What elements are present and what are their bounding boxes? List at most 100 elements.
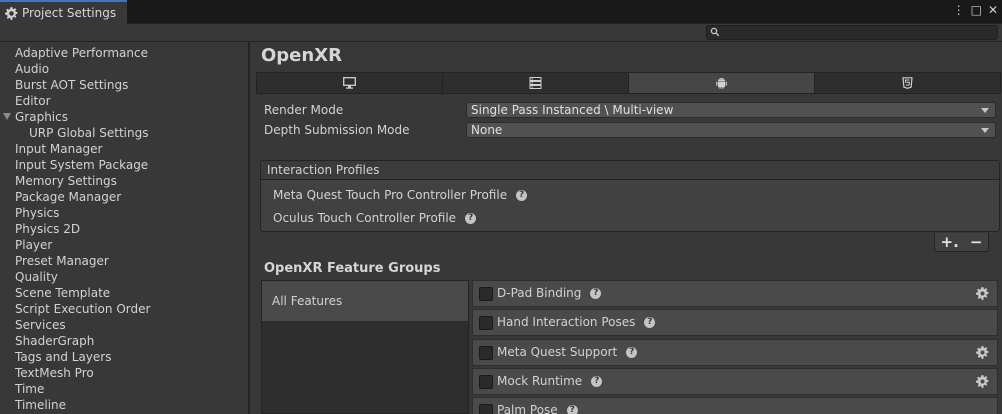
sidebar-item-timeline[interactable]: Timeline: [0, 397, 248, 413]
sidebar-item-scene-template[interactable]: Scene Template: [0, 285, 248, 301]
feature-group-all[interactable]: All Features: [262, 281, 468, 322]
interaction-profiles-list: Interaction Profiles Meta Quest Touch Pr…: [260, 160, 1000, 232]
sidebar-item-urp-global[interactable]: URP Global Settings: [0, 125, 248, 141]
feature-label: Hand Interaction Poses: [497, 315, 636, 329]
sidebar-item-editor[interactable]: Editor: [0, 93, 248, 109]
sidebar-item-physics-2d[interactable]: Physics 2D: [0, 221, 248, 237]
help-icon[interactable]: ?: [516, 189, 528, 201]
feature-checkbox[interactable]: [479, 375, 493, 389]
profile-label: Meta Quest Touch Pro Controller Profile: [273, 188, 508, 202]
tab-project-settings[interactable]: Project Settings: [0, 0, 127, 24]
feature-label: Mock Runtime: [497, 374, 583, 388]
sidebar-item-physics[interactable]: Physics: [0, 205, 248, 221]
sidebar-item-graphics[interactable]: Graphics: [0, 109, 248, 125]
remove-profile-button[interactable]: −: [970, 233, 983, 251]
chevron-down-icon: [981, 128, 989, 133]
sidebar-item-audio[interactable]: Audio: [0, 61, 248, 77]
maximize-icon[interactable]: □: [971, 3, 982, 17]
desktop-icon: [343, 77, 356, 89]
sidebar-item-input-manager[interactable]: Input Manager: [0, 141, 248, 157]
sidebar-item-tags-layers[interactable]: Tags and Layers: [0, 349, 248, 365]
add-profile-button[interactable]: +.: [941, 233, 959, 251]
server-icon: [529, 77, 542, 89]
feature-label-wrap: Hand Interaction Poses?: [497, 310, 656, 335]
sidebar-item-preset-manager[interactable]: Preset Manager: [0, 253, 248, 269]
feature-label-wrap: D-Pad Binding?: [497, 281, 602, 306]
feature-label: D-Pad Binding: [497, 286, 582, 300]
page-title: OpenXR: [261, 45, 342, 66]
help-icon[interactable]: ?: [644, 317, 656, 328]
settings-main: OpenXR Render Mode Single Pass Instanced…: [252, 42, 1002, 414]
gear-icon[interactable]: [976, 287, 989, 300]
html5-icon: [902, 77, 913, 89]
feature-row-palm-pose: Palm Pose?: [472, 397, 998, 414]
sidebar-item-package-manager[interactable]: Package Manager: [0, 189, 248, 205]
sidebar-item-player[interactable]: Player: [0, 237, 248, 253]
depth-submission-row: Depth Submission Mode None: [264, 122, 997, 138]
feature-checkbox[interactable]: [479, 404, 493, 414]
feature-label: Palm Pose: [497, 403, 558, 414]
sidebar-item-quality[interactable]: Quality: [0, 269, 248, 285]
window-buttons: ⋮ □ ✕: [953, 3, 998, 17]
search-row: [0, 24, 1002, 42]
window-tabbar: Project Settings ⋮ □ ✕: [0, 0, 1002, 24]
search-icon: [710, 27, 720, 37]
profile-label: Oculus Touch Controller Profile: [273, 211, 457, 225]
android-icon: [716, 78, 727, 89]
sidebar-item-script-execution[interactable]: Script Execution Order: [0, 301, 248, 317]
help-icon[interactable]: ?: [626, 347, 638, 358]
feature-groups-title: OpenXR Feature Groups: [264, 261, 441, 276]
sidebar-item-time[interactable]: Time: [0, 381, 248, 397]
tab-server[interactable]: [443, 73, 629, 93]
feature-checkbox[interactable]: [479, 287, 493, 301]
feature-checkbox[interactable]: [479, 316, 493, 330]
close-icon[interactable]: ✕: [988, 3, 998, 17]
feature-row-dpad: D-Pad Binding?: [472, 280, 998, 307]
feature-checkbox[interactable]: [479, 346, 493, 360]
render-mode-label: Render Mode: [264, 103, 344, 117]
tab-android[interactable]: [629, 73, 815, 93]
list-add-remove: +. −: [934, 233, 989, 252]
render-mode-value: Single Pass Instanced \ Multi-view: [471, 103, 674, 117]
sidebar-item-shadergraph[interactable]: ShaderGraph: [0, 333, 248, 349]
tab-desktop[interactable]: [257, 73, 443, 93]
tab-title: Project Settings: [22, 6, 117, 20]
settings-sidebar: Adaptive Performance Audio Burst AOT Set…: [0, 42, 250, 414]
depth-submission-label: Depth Submission Mode: [264, 123, 410, 137]
sidebar-item-memory[interactable]: Memory Settings: [0, 173, 248, 189]
feature-groups-list: All Features: [261, 280, 469, 414]
feature-label-wrap: Palm Pose?: [497, 398, 578, 414]
gear-icon[interactable]: [976, 346, 989, 359]
tab-webgl[interactable]: [815, 73, 1000, 93]
help-icon[interactable]: ?: [465, 212, 477, 224]
sidebar-item-label: Graphics: [15, 110, 68, 124]
help-icon[interactable]: ?: [566, 405, 578, 414]
search-input[interactable]: [706, 25, 998, 40]
depth-submission-dropdown[interactable]: None: [466, 122, 996, 138]
render-mode-row: Render Mode Single Pass Instanced \ Mult…: [264, 102, 997, 118]
sidebar-item-textmesh-pro[interactable]: TextMesh Pro: [0, 365, 248, 381]
sidebar-item-services[interactable]: Services: [0, 317, 248, 333]
feature-row-meta-quest: Meta Quest Support?: [472, 339, 998, 366]
list-item[interactable]: Oculus Touch Controller Profile ?: [273, 210, 477, 226]
interaction-profiles-header: Interaction Profiles: [261, 161, 999, 180]
gear-icon: [5, 6, 18, 20]
list-item[interactable]: Meta Quest Touch Pro Controller Profile …: [273, 187, 528, 203]
sidebar-item-adaptive-performance[interactable]: Adaptive Performance: [0, 45, 248, 61]
help-icon[interactable]: ?: [591, 376, 603, 387]
expand-arrow-icon[interactable]: [3, 113, 11, 120]
sidebar-item-input-system[interactable]: Input System Package: [0, 157, 248, 173]
gear-icon[interactable]: [976, 375, 989, 388]
feature-label-wrap: Mock Runtime?: [497, 369, 603, 394]
chevron-down-icon: [981, 108, 989, 113]
kebab-menu-icon[interactable]: ⋮: [953, 3, 965, 17]
feature-row-hand-poses: Hand Interaction Poses?: [472, 309, 998, 336]
feature-row-mock-runtime: Mock Runtime?: [472, 368, 998, 395]
help-icon[interactable]: ?: [590, 288, 602, 299]
feature-label: Meta Quest Support: [497, 345, 618, 359]
render-mode-dropdown[interactable]: Single Pass Instanced \ Multi-view: [466, 102, 996, 118]
depth-submission-value: None: [471, 123, 503, 137]
feature-label-wrap: Meta Quest Support?: [497, 340, 638, 365]
platform-tabs: [256, 72, 1001, 94]
sidebar-item-burst-aot[interactable]: Burst AOT Settings: [0, 77, 248, 93]
